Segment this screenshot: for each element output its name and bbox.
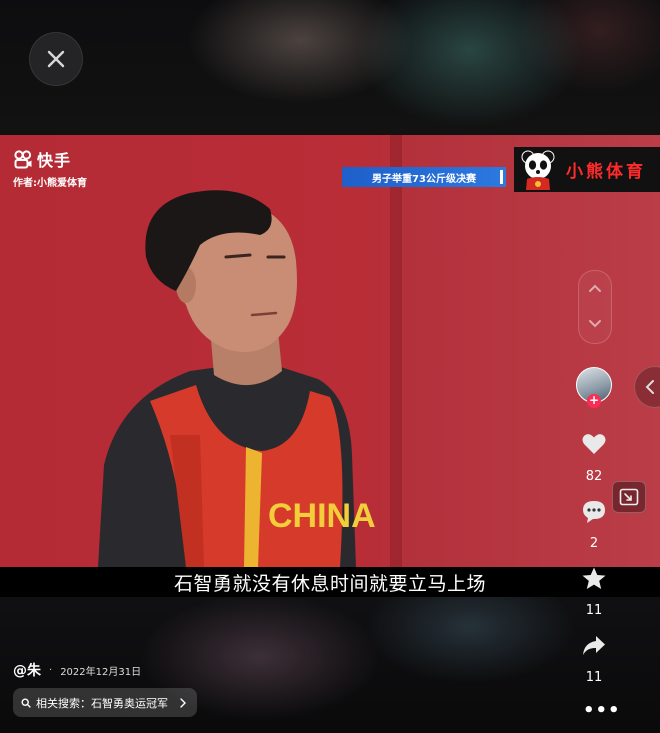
search-icon [21,697,31,708]
follow-button[interactable]: + [587,394,601,408]
watermark-text: 快手 [37,151,72,170]
favorite-button[interactable] [581,566,607,592]
channel-logo: 小熊体育 [514,147,660,192]
more-options-button[interactable]: ••• [583,700,621,721]
video-player[interactable]: CHINA 快手 作者:小熊爱体育 男子举重73公斤级决赛 小熊体育 [0,135,660,567]
kuaishou-watermark: 快手 [13,147,71,171]
publish-date: 2022年12月31日 [60,666,142,678]
blurred-backdrop-top [0,0,660,135]
athlete-illustration: CHINA [98,190,376,567]
previous-video-button[interactable] [587,281,603,297]
panda-icon [521,150,555,190]
star-icon [582,567,606,589]
close-icon [47,50,65,68]
kuaishou-logo-icon [14,150,32,169]
pip-icon [619,488,639,506]
author-username[interactable]: @朱 [13,660,41,680]
related-search-chip[interactable]: 相关搜索：石智勇奥运冠军 [13,688,197,717]
close-button[interactable] [29,32,83,86]
share-button[interactable] [581,633,607,659]
favorite-count: 11 [585,603,603,618]
comment-icon [583,501,605,523]
meta-separator: · [49,664,53,676]
like-count: 82 [585,469,603,484]
share-count: 11 [585,670,603,685]
video-author-label: 作者:小熊爱体育 [13,178,87,189]
chevron-left-icon [645,380,654,394]
channel-name: 小熊体育 [566,162,646,182]
comment-button[interactable] [581,499,607,525]
comment-count: 2 [589,536,599,551]
video-subtitle: 石智勇就没有休息时间就要立马上场 [0,567,660,597]
related-search-text: 相关搜索：石智勇奥运冠军 [36,696,168,710]
share-icon [583,636,605,655]
picture-in-picture-button[interactable] [612,481,646,513]
chevron-right-icon [180,697,186,708]
jersey-text: CHINA [268,497,376,535]
event-banner: 男子举重73公斤级决赛 [342,167,506,187]
like-button[interactable] [581,431,607,457]
video-meta: @朱 · 2022年12月31日 [13,660,141,680]
next-video-button[interactable] [587,315,603,331]
heart-icon [582,434,606,454]
video-nav-pill [578,270,612,344]
